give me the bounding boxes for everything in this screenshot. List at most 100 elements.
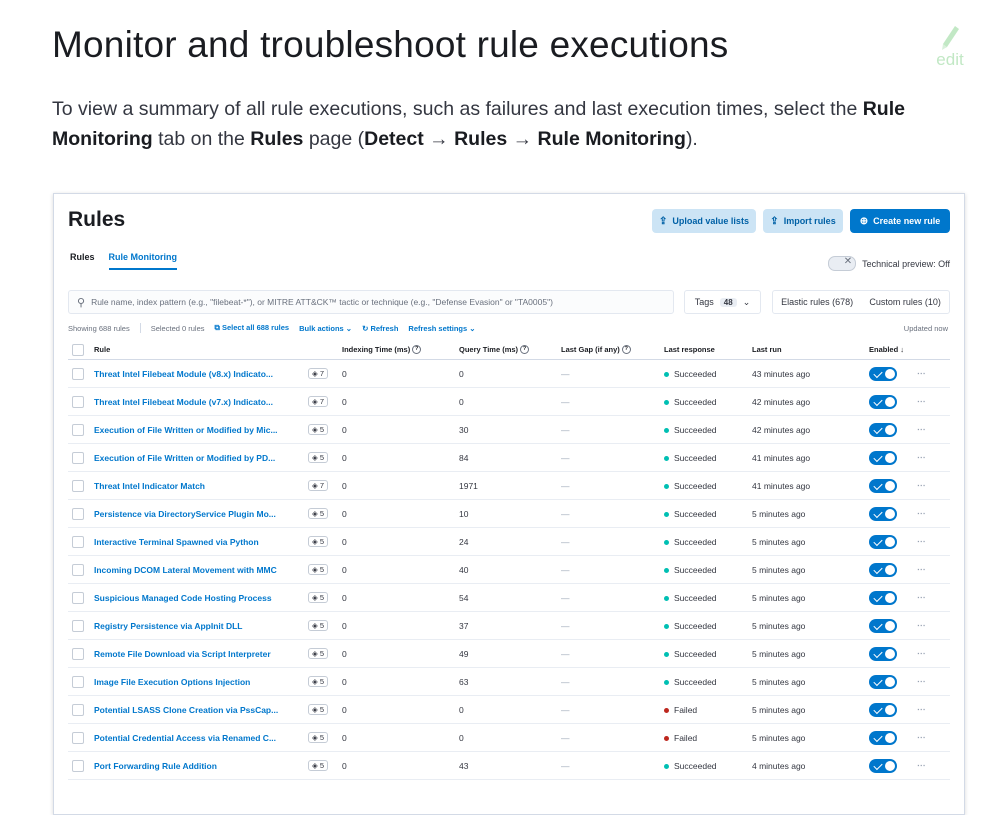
- search-input[interactable]: ⚲ Rule name, index pattern (e.g., "fileb…: [68, 290, 674, 314]
- row-checkbox[interactable]: [72, 647, 84, 660]
- rule-cell: Execution of File Written or Modified by…: [90, 415, 338, 444]
- actions-cell: ⋯: [913, 387, 950, 416]
- rule-name-link[interactable]: Threat Intel Indicator Match: [94, 481, 294, 491]
- enabled-toggle[interactable]: [869, 618, 897, 633]
- actions-menu-icon[interactable]: ⋯: [917, 536, 927, 547]
- upload-value-lists-button[interactable]: ⇪ Upload value lists: [652, 209, 756, 233]
- enabled-toggle[interactable]: [869, 366, 897, 381]
- enabled-cell: [865, 499, 913, 528]
- select-all-icon: ⧉: [214, 323, 222, 332]
- enabled-toggle[interactable]: [869, 478, 897, 493]
- status-dot: [664, 511, 669, 517]
- row-checkbox[interactable]: [72, 451, 84, 464]
- row-checkbox[interactable]: [72, 507, 84, 520]
- actions-menu-icon[interactable]: ⋯: [917, 620, 927, 631]
- row-checkbox[interactable]: [72, 367, 84, 380]
- import-icon: ⇪: [770, 215, 779, 227]
- enabled-toggle[interactable]: [869, 702, 897, 717]
- bulk-actions-link[interactable]: Bulk actions ⌄: [299, 324, 352, 333]
- enabled-toggle[interactable]: [869, 506, 897, 521]
- status-dot: [664, 707, 669, 713]
- enabled-toggle[interactable]: [869, 562, 897, 577]
- help-icon[interactable]: ?: [520, 345, 530, 355]
- select-all-link[interactable]: ⧉ Select all 688 rules: [215, 323, 290, 333]
- row-checkbox[interactable]: [72, 535, 84, 548]
- help-icon[interactable]: ?: [412, 345, 422, 355]
- rule-name-link[interactable]: Persistence via DirectoryService Plugin …: [94, 509, 294, 519]
- help-icon[interactable]: ?: [621, 345, 631, 355]
- version-value: 5: [319, 733, 325, 743]
- actions-menu-icon[interactable]: ⋯: [917, 676, 927, 687]
- rule-name-link[interactable]: Suspicious Managed Code Hosting Process: [94, 593, 294, 603]
- indexing-time-cell: 0: [338, 583, 455, 612]
- rule-name-link[interactable]: Threat Intel Filebeat Module (v7.x) Indi…: [94, 397, 294, 407]
- enabled-toggle[interactable]: [869, 394, 897, 409]
- actions-menu-icon[interactable]: ⋯: [917, 368, 927, 379]
- select-all-checkbox[interactable]: [72, 343, 84, 356]
- tab-rules[interactable]: Rules: [70, 252, 95, 270]
- rule-name-link[interactable]: Execution of File Written or Modified by…: [94, 453, 294, 463]
- import-rules-button[interactable]: ⇪ Import rules: [763, 209, 843, 233]
- rule-cell: Threat Intel Filebeat Module (v7.x) Indi…: [90, 387, 338, 416]
- enabled-toggle[interactable]: [869, 758, 897, 773]
- enabled-cell: [865, 639, 913, 668]
- row-checkbox[interactable]: [72, 395, 84, 408]
- column-header-last-response[interactable]: Last response: [660, 340, 748, 360]
- column-header-rule[interactable]: Rule: [90, 340, 338, 360]
- actions-menu-icon[interactable]: ⋯: [917, 396, 927, 407]
- actions-menu-icon[interactable]: ⋯: [917, 732, 927, 743]
- row-checkbox[interactable]: [72, 479, 84, 492]
- version-badge: ◈ 5: [308, 760, 329, 772]
- column-header-enabled[interactable]: Enabled ↓: [865, 340, 913, 360]
- row-checkbox[interactable]: [72, 619, 84, 632]
- create-new-rule-button[interactable]: ⊕ Create new rule: [850, 209, 950, 233]
- column-header-query-time[interactable]: Query Time (ms)?: [455, 340, 557, 360]
- rule-name-link[interactable]: Remote File Download via Script Interpre…: [94, 649, 294, 659]
- rule-name-link[interactable]: Port Forwarding Rule Addition: [94, 761, 294, 771]
- row-checkbox[interactable]: [72, 423, 84, 436]
- column-header-last-gap[interactable]: Last Gap (if any)?: [557, 340, 660, 360]
- actions-menu-icon[interactable]: ⋯: [917, 424, 927, 435]
- enabled-toggle[interactable]: [869, 422, 897, 437]
- enabled-toggle[interactable]: [869, 674, 897, 689]
- column-header-indexing-time[interactable]: Indexing Time (ms)?: [338, 340, 455, 360]
- row-checkbox[interactable]: [72, 759, 84, 772]
- technical-preview-toggle[interactable]: ✕: [828, 256, 857, 271]
- enabled-toggle[interactable]: [869, 646, 897, 661]
- tags-filter[interactable]: Tags 48 ⌄: [684, 290, 761, 314]
- enabled-toggle[interactable]: [869, 534, 897, 549]
- actions-menu-icon[interactable]: ⋯: [917, 480, 927, 491]
- rule-name-link[interactable]: Potential Credential Access via Renamed …: [94, 733, 294, 743]
- enabled-toggle[interactable]: [869, 730, 897, 745]
- tag-icon: ◈: [312, 733, 320, 743]
- rule-name-link[interactable]: Image File Execution Options Injection: [94, 677, 294, 687]
- version-value: 5: [319, 649, 325, 659]
- rule-name-link[interactable]: Threat Intel Filebeat Module (v8.x) Indi…: [94, 369, 294, 379]
- column-header-last-run[interactable]: Last run: [748, 340, 865, 360]
- refresh-link[interactable]: ↻ Refresh: [362, 324, 398, 333]
- actions-menu-icon[interactable]: ⋯: [917, 508, 927, 519]
- row-checkbox[interactable]: [72, 703, 84, 716]
- rule-name-link[interactable]: Incoming DCOM Lateral Movement with MMC: [94, 565, 294, 575]
- elastic-rules-filter[interactable]: Elastic rules (678): [781, 297, 853, 307]
- actions-menu-icon[interactable]: ⋯: [917, 592, 927, 603]
- rule-name-link[interactable]: Interactive Terminal Spawned via Python: [94, 537, 294, 547]
- row-checkbox[interactable]: [72, 591, 84, 604]
- rule-name-link[interactable]: Potential LSASS Clone Creation via PssCa…: [94, 705, 294, 715]
- actions-menu-icon[interactable]: ⋯: [917, 564, 927, 575]
- custom-rules-filter[interactable]: Custom rules (10): [869, 297, 941, 307]
- refresh-settings-link[interactable]: Refresh settings ⌄: [408, 324, 475, 333]
- enabled-toggle[interactable]: [869, 590, 897, 605]
- tab-rule-monitoring[interactable]: Rule Monitoring: [108, 252, 178, 270]
- actions-menu-icon[interactable]: ⋯: [917, 452, 927, 463]
- row-checkbox[interactable]: [72, 675, 84, 688]
- row-checkbox[interactable]: [72, 563, 84, 576]
- rule-name-link[interactable]: Execution of File Written or Modified by…: [94, 425, 294, 435]
- actions-menu-icon[interactable]: ⋯: [917, 760, 927, 771]
- enabled-toggle[interactable]: [869, 450, 897, 465]
- rule-name-link[interactable]: Registry Persistence via AppInit DLL: [94, 621, 294, 631]
- actions-menu-icon[interactable]: ⋯: [917, 648, 927, 659]
- edit-link[interactable]: edit: [930, 22, 970, 70]
- actions-menu-icon[interactable]: ⋯: [917, 704, 927, 715]
- row-checkbox[interactable]: [72, 731, 84, 744]
